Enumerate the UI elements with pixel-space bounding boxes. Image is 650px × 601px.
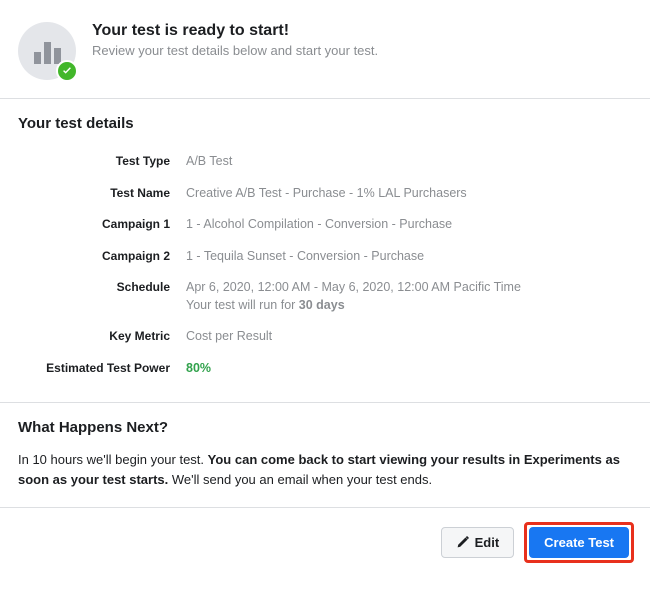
row-test-power: Estimated Test Power 80% xyxy=(18,353,632,385)
label-test-power: Estimated Test Power xyxy=(18,353,186,385)
footer: Edit Create Test xyxy=(0,507,650,581)
label-key-metric: Key Metric xyxy=(18,321,186,353)
value-campaign-1: 1 - Alcohol Compilation - Conversion - P… xyxy=(186,209,632,241)
row-campaign-1: Campaign 1 1 - Alcohol Compilation - Con… xyxy=(18,209,632,241)
test-chart-icon xyxy=(18,22,76,80)
test-details-section: Your test details Test Type A/B Test Tes… xyxy=(0,99,650,402)
next-part2: We'll send you an email when your test e… xyxy=(168,472,432,487)
page-subtitle: Review your test details below and start… xyxy=(92,43,378,58)
value-test-power: 80% xyxy=(186,361,211,375)
schedule-range: Apr 6, 2020, 12:00 AM - May 6, 2020, 12:… xyxy=(186,280,521,294)
bar-chart-icon xyxy=(34,38,61,64)
section-title-details: Your test details xyxy=(18,115,632,132)
edit-button[interactable]: Edit xyxy=(441,527,515,558)
schedule-duration-prefix: Your test will run for xyxy=(186,298,299,312)
section-title-next: What Happens Next? xyxy=(18,419,632,436)
label-test-name: Test Name xyxy=(18,178,186,210)
edit-button-label: Edit xyxy=(475,535,500,550)
label-campaign-2: Campaign 2 xyxy=(18,241,186,273)
row-key-metric: Key Metric Cost per Result xyxy=(18,321,632,353)
value-test-name: Creative A/B Test - Purchase - 1% LAL Pu… xyxy=(186,178,632,210)
value-test-type: A/B Test xyxy=(186,146,632,178)
page-title: Your test is ready to start! xyxy=(92,22,378,40)
row-schedule: Schedule Apr 6, 2020, 12:00 AM - May 6, … xyxy=(18,272,632,321)
row-campaign-2: Campaign 2 1 - Tequila Sunset - Conversi… xyxy=(18,241,632,273)
value-schedule: Apr 6, 2020, 12:00 AM - May 6, 2020, 12:… xyxy=(186,272,632,321)
create-test-button-label: Create Test xyxy=(544,535,614,550)
create-test-highlight: Create Test xyxy=(524,522,634,563)
label-schedule: Schedule xyxy=(18,272,186,321)
schedule-duration: 30 days xyxy=(299,298,345,312)
value-campaign-2: 1 - Tequila Sunset - Conversion - Purcha… xyxy=(186,241,632,273)
next-body: In 10 hours we'll begin your test. You c… xyxy=(18,450,632,489)
label-test-type: Test Type xyxy=(18,146,186,178)
row-test-name: Test Name Creative A/B Test - Purchase -… xyxy=(18,178,632,210)
checkmark-badge-icon xyxy=(56,60,78,82)
pencil-icon xyxy=(456,536,469,549)
what-happens-next-section: What Happens Next? In 10 hours we'll beg… xyxy=(0,403,650,507)
header: Your test is ready to start! Review your… xyxy=(0,0,650,99)
value-key-metric: Cost per Result xyxy=(186,321,632,353)
create-test-button[interactable]: Create Test xyxy=(529,527,629,558)
next-part1: In 10 hours we'll begin your test. xyxy=(18,452,208,467)
label-campaign-1: Campaign 1 xyxy=(18,209,186,241)
row-test-type: Test Type A/B Test xyxy=(18,146,632,178)
